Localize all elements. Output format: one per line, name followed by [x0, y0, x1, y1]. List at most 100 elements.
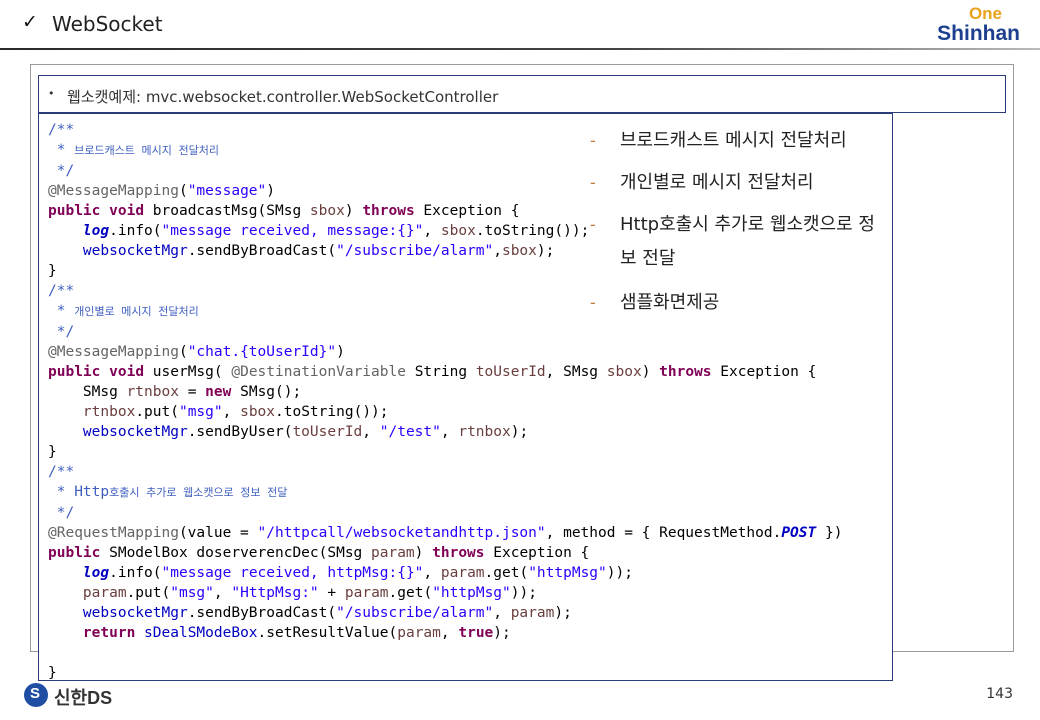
code-token: "/subscribe/alarm"	[336, 243, 494, 259]
code-token: @MessageMapping	[48, 183, 179, 199]
code-token: String	[405, 364, 476, 380]
code-token: .sendByBroadCast(	[187, 605, 337, 621]
code-token: void	[109, 203, 145, 219]
code-line: return sDealSModeBox.setResultValue(para…	[48, 625, 511, 641]
code-line: rtnbox.put("msg", sbox.toString());	[48, 404, 389, 420]
code-token: }	[48, 263, 57, 279]
code-token: sDealSModeBox	[144, 625, 258, 641]
code-line: SMsg rtnbox = new SMsg();	[48, 384, 301, 400]
code-line: public void broadcastMsg(SMsg sbox) thro…	[48, 203, 519, 219]
code-token: );	[493, 625, 511, 641]
breadcrumb-text: 웹소캣예제: mvc.websocket.controller.WebSocke…	[67, 88, 499, 106]
shinhan-mark-icon: S	[24, 683, 48, 707]
code-token: */	[48, 163, 75, 179]
code-token: param	[510, 605, 555, 621]
logo-one-text: One	[968, 4, 1002, 23]
code-token: .info(	[109, 565, 162, 581]
code-line: */	[48, 505, 74, 521]
code-block: /** * 브로드캐스트 메시지 전달처리 */ @MessageMapping…	[48, 120, 842, 683]
note-text: 샘플화면제공	[620, 292, 720, 313]
note-text: 개인별로 메시지 전달처리	[620, 172, 814, 193]
code-token: sbox	[309, 203, 345, 219]
code-token: .toString());	[475, 223, 590, 239]
dash-icon: -	[590, 293, 596, 312]
logo-mark-letter: S	[30, 685, 41, 702]
code-token: @MessageMapping	[48, 344, 179, 360]
code-token: )	[336, 344, 345, 360]
code-token: sbox	[240, 404, 276, 420]
code-token: /**	[48, 122, 75, 138]
header-divider	[0, 48, 1040, 50]
code-token: true	[458, 625, 494, 641]
code-token: "httpMsg"	[528, 565, 607, 581]
code-token: throws	[432, 545, 485, 561]
code-token: , SMsg	[545, 364, 607, 380]
code-token: sbox	[501, 243, 537, 259]
code-token: .setResultValue(	[257, 625, 398, 641]
code-token: */	[48, 505, 75, 521]
code-token: Exception {	[414, 203, 520, 219]
code-line: @MessageMapping("message")	[48, 183, 275, 199]
code-line: * 브로드캐스트 메시지 전달처리	[48, 142, 219, 158]
code-token: websocketMgr	[82, 424, 188, 440]
code-token: (	[178, 344, 188, 360]
code-token: "msg"	[178, 404, 223, 420]
note-text: Http호출시 추가로 웹소캣으로 정보 전달	[620, 214, 875, 269]
code-token: rtnbox	[458, 424, 511, 440]
dash-icon: -	[590, 173, 596, 192]
code-line: }	[48, 263, 57, 279]
code-line: public SModelBox doserverencDec(SMsg par…	[48, 545, 589, 561]
code-token: .get(	[484, 565, 529, 581]
code-token: POST	[781, 525, 817, 541]
code-token: "httpMsg"	[432, 585, 511, 601]
code-token: )	[344, 203, 363, 219]
code-token: .sendByBroadCast(	[187, 243, 337, 259]
code-token: public	[48, 545, 101, 561]
breadcrumb: • 웹소캣예제: mvc.websocket.controller.WebSoc…	[38, 75, 1006, 113]
code-token: Exception {	[484, 545, 590, 561]
code-line: log.info("message received, message:{}",…	[48, 223, 589, 239]
code-line: */	[48, 324, 74, 340]
code-token: 브로드캐스트 메시지 전달처리	[74, 144, 220, 157]
code-token: rtnbox	[82, 404, 136, 420]
code-token: @DestinationVariable	[231, 364, 406, 380]
code-line: /**	[48, 464, 74, 480]
code-token: =	[178, 384, 206, 400]
code-line: log.info("message received, httpMsg:{}",…	[48, 565, 633, 581]
code-token: SModelBox doserverencDec(SMsg	[100, 545, 372, 561]
code-token: * Http	[48, 484, 110, 500]
code-token: ,	[222, 404, 241, 420]
code-token: public	[48, 203, 101, 219]
code-token: return	[82, 625, 136, 641]
code-token: "/httpcall/websocketandhttp.json"	[257, 525, 546, 541]
code-line: /**	[48, 122, 74, 138]
code-token: rtnbox	[126, 384, 179, 400]
dash-icon: -	[590, 131, 596, 150]
code-token: )	[414, 545, 433, 561]
code-token: toUserId	[292, 424, 363, 440]
brand-name: 신한DS	[54, 688, 113, 708]
code-line: @RequestMapping(value = "/httpcall/webso…	[48, 525, 842, 541]
code-token: Exception {	[711, 364, 817, 380]
code-token: "message"	[187, 183, 267, 199]
code-token: log	[82, 223, 110, 239]
code-token: ,	[493, 243, 502, 259]
code-token: toUserId	[475, 364, 546, 380]
code-token: new	[205, 384, 232, 400]
code-token: sbox	[606, 364, 642, 380]
code-line: @MessageMapping("chat.{toUserId}")	[48, 344, 345, 360]
code-token: )	[641, 364, 660, 380]
code-token: )	[266, 183, 275, 199]
check-icon: ✓	[22, 11, 38, 33]
code-token: @RequestMapping	[48, 525, 179, 541]
code-token: sbox	[440, 223, 476, 239]
code-token: +	[318, 585, 345, 601]
code-line: }	[48, 665, 57, 681]
code-token: .get(	[388, 585, 433, 601]
